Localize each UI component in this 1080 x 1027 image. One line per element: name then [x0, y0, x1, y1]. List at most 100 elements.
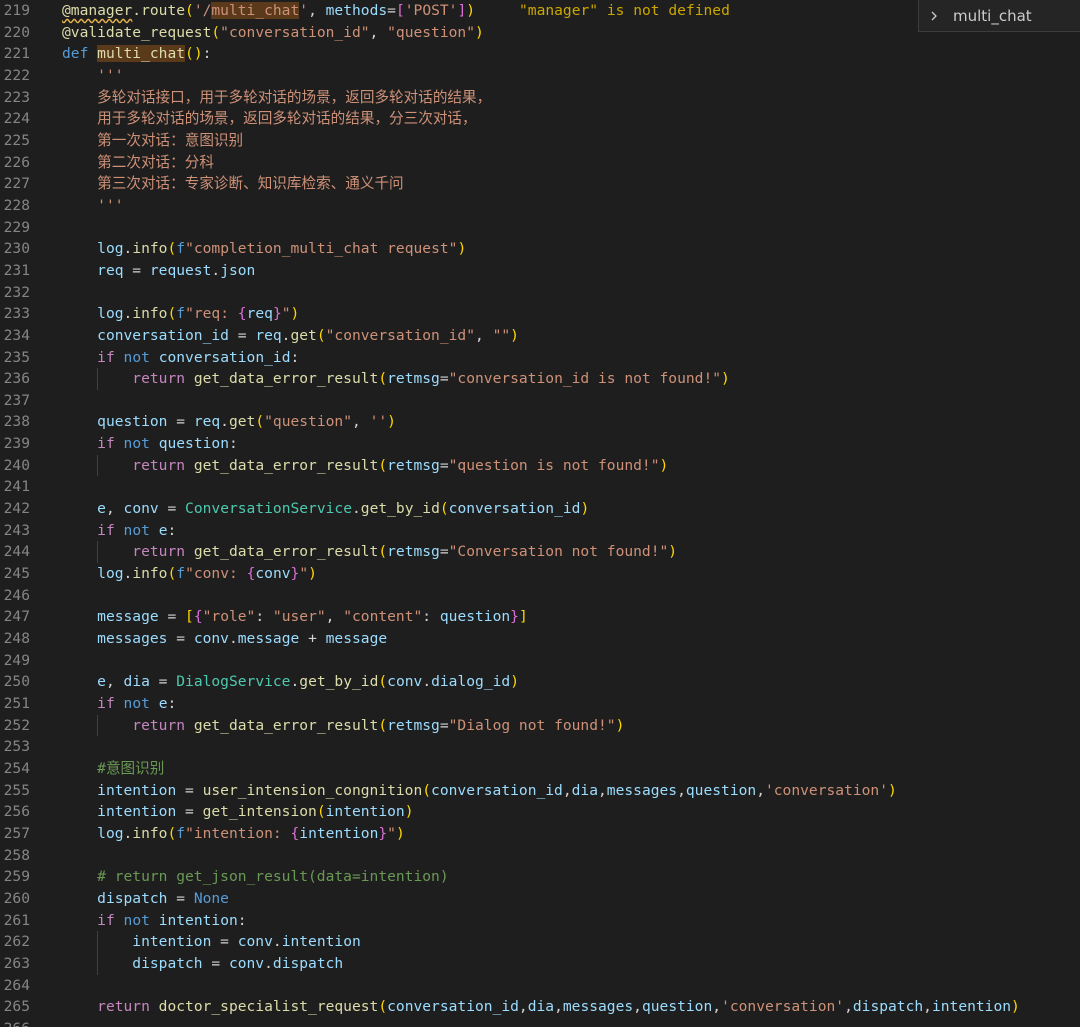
code-text[interactable]: 第一次对话：意图识别 — [62, 130, 243, 152]
code-text[interactable]: conversation_id = req.get("conversation_… — [62, 325, 519, 347]
code-text[interactable]: return get_data_error_result(retmsg="que… — [62, 455, 668, 477]
code-text[interactable]: ''' — [62, 195, 123, 217]
code-line[interactable]: 229 — [0, 217, 1080, 239]
code-text[interactable]: return get_data_error_result(retmsg="Dia… — [62, 715, 624, 737]
code-text[interactable]: return get_data_error_result(retmsg="con… — [62, 368, 730, 390]
code-text[interactable]: 第二次对话：分科 — [62, 152, 214, 174]
code-line[interactable]: 264 — [0, 975, 1080, 997]
code-text[interactable]: intention = conv.intention — [62, 931, 360, 953]
line-number: 227 — [3, 175, 30, 193]
code-line[interactable]: 232 — [0, 282, 1080, 304]
line-number: 245 — [3, 565, 30, 583]
code-text[interactable]: log.info(f"intention: {intention}") — [62, 823, 405, 845]
code-text[interactable]: messages = conv.message + message — [62, 628, 387, 650]
code-editor[interactable]: 219 @manager.route('/multi_chat', methods… — [0, 0, 1080, 1027]
code-text[interactable]: ''' — [62, 65, 123, 87]
code-line[interactable]: 222 ''' — [0, 65, 1080, 87]
code-text[interactable]: log.info(f"completion_multi_chat request… — [62, 238, 466, 260]
code-line[interactable]: 230 log.info(f"completion_multi_chat req… — [0, 238, 1080, 260]
code-line[interactable]: 231 req = request.json — [0, 260, 1080, 282]
code-line[interactable]: 240 return get_data_error_result(retmsg=… — [0, 454, 1080, 477]
code-text[interactable]: if not conversation_id: — [62, 347, 299, 369]
code-line[interactable]: 241 — [0, 476, 1080, 498]
line-number: 262 — [3, 933, 30, 951]
code-text[interactable]: question = req.get("question", '') — [62, 411, 396, 433]
line-number: 241 — [3, 478, 30, 496]
line-number: 237 — [3, 391, 30, 409]
code-line[interactable]: 244 return get_data_error_result(retmsg=… — [0, 541, 1080, 564]
code-line[interactable]: 233 log.info(f"req: {req}") — [0, 303, 1080, 325]
code-lines[interactable]: 219 @manager.route('/multi_chat', methods… — [0, 0, 1080, 1027]
code-line[interactable]: 238 question = req.get("question", '') — [0, 411, 1080, 433]
code-text[interactable]: if not question: — [62, 433, 238, 455]
line-number: 248 — [3, 630, 30, 648]
code-text[interactable]: e, dia = DialogService.get_by_id(conv.di… — [62, 671, 519, 693]
code-line[interactable]: 224 用于多轮对话的场景，返回多轮对话的结果，分三次对话， — [0, 108, 1080, 130]
code-line[interactable]: 259 # return get_json_result(data=intent… — [0, 866, 1080, 888]
code-text[interactable]: if not e: — [62, 520, 176, 542]
code-line[interactable]: 251 if not e: — [0, 693, 1080, 715]
code-line[interactable]: 258 — [0, 845, 1080, 867]
breadcrumb[interactable]: multi_chat — [918, 0, 1080, 32]
code-line[interactable]: 223 多轮对话接口，用于多轮对话的场景，返回多轮对话的结果， — [0, 87, 1080, 109]
code-line[interactable]: 226 第二次对话：分科 — [0, 152, 1080, 174]
code-line[interactable]: 245 log.info(f"conv: {conv}") — [0, 563, 1080, 585]
code-text[interactable]: # return get_json_result(data=intention) — [62, 866, 448, 888]
code-line[interactable]: 248 messages = conv.message + message — [0, 628, 1080, 650]
code-line[interactable]: 234 conversation_id = req.get("conversat… — [0, 325, 1080, 347]
code-text[interactable]: return get_data_error_result(retmsg="Con… — [62, 541, 677, 563]
code-line[interactable]: 254 #意图识别 — [0, 758, 1080, 780]
code-line[interactable]: 227 第三次对话：专家诊断、知识库检索、通义千问 — [0, 173, 1080, 195]
code-text[interactable]: if not intention: — [62, 910, 246, 932]
code-line[interactable]: 242 e, conv = ConversationService.get_by… — [0, 498, 1080, 520]
code-line[interactable]: 250 e, dia = DialogService.get_by_id(con… — [0, 671, 1080, 693]
code-line[interactable]: 256 intention = get_intension(intention) — [0, 801, 1080, 823]
code-text[interactable]: intention = get_intension(intention) — [62, 801, 413, 823]
code-line[interactable]: 249 — [0, 650, 1080, 672]
code-text[interactable]: if not e: — [62, 693, 176, 715]
line-number: 236 — [3, 370, 30, 388]
code-text[interactable]: #意图识别 — [62, 758, 164, 780]
diagnostic-message: "manager" is not defined — [475, 2, 730, 19]
code-line[interactable]: 261 if not intention: — [0, 910, 1080, 932]
code-line[interactable]: 247 message = [{"role": "user", "content… — [0, 606, 1080, 628]
code-line[interactable]: 239 if not question: — [0, 433, 1080, 455]
code-text[interactable]: req = request.json — [62, 260, 255, 282]
code-line[interactable]: 252 return get_data_error_result(retmsg=… — [0, 714, 1080, 737]
code-text[interactable]: 多轮对话接口，用于多轮对话的场景，返回多轮对话的结果， — [62, 87, 491, 109]
code-line[interactable]: 263 dispatch = conv.dispatch — [0, 952, 1080, 975]
line-number: 259 — [3, 868, 30, 886]
code-line[interactable]: 237 — [0, 390, 1080, 412]
code-text[interactable]: @manager.route('/multi_chat', methods=['… — [62, 0, 730, 22]
code-line[interactable]: 265 return doctor_specialist_request(con… — [0, 996, 1080, 1018]
chevron-right-icon[interactable] — [929, 11, 939, 21]
code-text[interactable]: message = [{"role": "user", "content": q… — [62, 606, 528, 628]
code-line[interactable]: 243 if not e: — [0, 520, 1080, 542]
code-text[interactable]: 用于多轮对话的场景，返回多轮对话的结果，分三次对话， — [62, 108, 476, 130]
code-line[interactable]: 221 def multi_chat(): — [0, 43, 1080, 65]
code-line[interactable]: 255 intention = user_intension_congnitio… — [0, 780, 1080, 802]
code-line[interactable]: 257 log.info(f"intention: {intention}") — [0, 823, 1080, 845]
code-line[interactable]: 225 第一次对话：意图识别 — [0, 130, 1080, 152]
line-number: 235 — [3, 348, 30, 366]
code-text[interactable]: log.info(f"conv: {conv}") — [62, 563, 317, 585]
code-text[interactable]: intention = user_intension_congnition(co… — [62, 780, 897, 802]
code-text[interactable]: e, conv = ConversationService.get_by_id(… — [62, 498, 589, 520]
code-text[interactable]: return doctor_specialist_request(convers… — [62, 996, 1020, 1018]
code-line[interactable]: 262 intention = conv.intention — [0, 931, 1080, 953]
code-text[interactable]: log.info(f"req: {req}") — [62, 303, 299, 325]
line-number: 250 — [3, 673, 30, 691]
code-text[interactable]: dispatch = conv.dispatch — [62, 953, 343, 975]
code-line[interactable]: 236 return get_data_error_result(retmsg=… — [0, 368, 1080, 390]
code-text[interactable]: dispatch = None — [62, 888, 229, 910]
code-line[interactable]: 246 — [0, 585, 1080, 607]
code-text[interactable]: def multi_chat(): — [62, 43, 211, 65]
breadcrumb-label[interactable]: multi_chat — [953, 7, 1032, 25]
code-line[interactable]: 253 — [0, 736, 1080, 758]
code-text[interactable]: @validate_request("conversation_id", "qu… — [62, 22, 484, 44]
code-line[interactable]: 228 ''' — [0, 195, 1080, 217]
code-line[interactable]: 260 dispatch = None — [0, 888, 1080, 910]
code-line[interactable]: 235 if not conversation_id: — [0, 347, 1080, 369]
code-line[interactable]: 266 — [0, 1018, 1080, 1027]
code-text[interactable]: 第三次对话：专家诊断、知识库检索、通义千问 — [62, 173, 403, 195]
